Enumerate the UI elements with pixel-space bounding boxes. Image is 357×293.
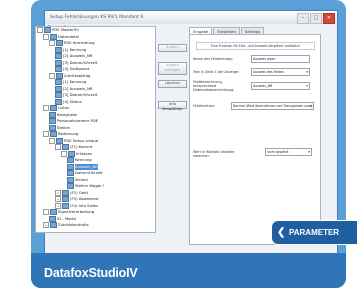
window-title: Setup Fehlerlösungen KS 99/1 Mandant 9 bbox=[50, 15, 144, 20]
expand-icon[interactable]: + bbox=[55, 189, 61, 196]
tree-node-icon bbox=[55, 85, 62, 92]
field-text-select[interactable]: Ausweis des Feldes bbox=[251, 68, 310, 76]
tree-node-icon bbox=[55, 92, 62, 99]
expand-icon[interactable]: + bbox=[43, 222, 49, 229]
minimize-button[interactable]: – bbox=[297, 13, 309, 24]
tree-node-icon bbox=[67, 157, 74, 164]
tree-node-icon bbox=[62, 196, 69, 203]
tree-item[interactable]: + Zutrittskontrolle bbox=[36, 222, 155, 229]
tree-node-icon bbox=[55, 53, 62, 60]
tree-node-icon bbox=[49, 124, 56, 131]
collapse-icon[interactable]: - bbox=[43, 33, 49, 40]
field-label-name: Name des Feldeintrags: bbox=[193, 57, 234, 61]
tree-node-icon bbox=[62, 189, 69, 196]
chevron-left-icon: ❮ bbox=[277, 227, 286, 238]
tree-node-icon bbox=[50, 131, 57, 138]
parameter-label: PARAMETER bbox=[289, 228, 340, 237]
info-dragdrop-button[interactable]: Info Drag&Drop bbox=[158, 101, 187, 111]
aendern-button[interactable]: Ändern bbox=[158, 44, 187, 52]
hint-box: Eine Funktion für Feld- und Ausweis-Verg… bbox=[196, 42, 315, 50]
tree-node-icon bbox=[55, 98, 62, 105]
collapse-icon[interactable]: - bbox=[43, 209, 49, 216]
field-label-bezeichnung: Feldbezeichnung, entsprechend Datensatzb… bbox=[193, 80, 235, 93]
tree-node-icon bbox=[56, 72, 63, 79]
tree-node-icon bbox=[49, 111, 56, 118]
aendern-einfuegen-button[interactable]: Ändern einfügen bbox=[158, 62, 187, 75]
tree-node-icon bbox=[56, 40, 63, 47]
tree-node-icon bbox=[67, 163, 74, 170]
window-titlebar: Setup Fehlerlösungen KS 99/1 Mandant 9 –… bbox=[45, 11, 337, 24]
tree-node-icon bbox=[49, 215, 56, 222]
tree-node-icon bbox=[67, 183, 74, 190]
product-name: DatafoxStudioIV bbox=[44, 266, 138, 280]
tree-node-icon bbox=[55, 66, 62, 73]
tree-node-icon bbox=[56, 137, 63, 144]
properties-panel bbox=[189, 34, 321, 245]
tree-item-label: Zutrittskontrolle bbox=[58, 222, 89, 227]
tree-node-icon bbox=[50, 222, 57, 229]
collapse-icon[interactable]: - bbox=[55, 144, 61, 151]
tree-node-icon bbox=[62, 144, 69, 151]
expand-icon[interactable]: + bbox=[55, 202, 61, 209]
collapse-icon[interactable]: - bbox=[43, 105, 49, 112]
field-funktion-select[interactable]: Normal (Wert übernehmen von Transponder … bbox=[231, 102, 314, 110]
tree-node-icon bbox=[55, 46, 62, 53]
expand-icon[interactable]: + bbox=[55, 196, 61, 203]
tree-node-icon bbox=[62, 202, 69, 209]
tree-node-icon bbox=[44, 27, 51, 34]
field-bezeichnung-select[interactable]: Ausweis_NR bbox=[251, 82, 310, 90]
field-label-variable: Wert in Bildrate Variable zwischen: bbox=[193, 150, 235, 159]
tree-node-icon bbox=[55, 79, 62, 86]
tree-node-icon bbox=[55, 59, 62, 66]
collapse-icon[interactable]: - bbox=[49, 137, 55, 144]
tree-node-icon bbox=[67, 176, 74, 183]
tree-node-icon bbox=[67, 170, 74, 177]
close-button[interactable]: ✕ bbox=[323, 13, 335, 24]
collapse-icon[interactable]: - bbox=[43, 131, 49, 138]
tree-node-icon bbox=[50, 209, 57, 216]
setup-tree[interactable]: - PDE Master9V - Datendatei - PDE Anmeldung [1… bbox=[35, 26, 156, 233]
collapse-icon[interactable]: - bbox=[61, 150, 67, 157]
collapse-icon[interactable]: - bbox=[37, 27, 43, 34]
tree-node-icon bbox=[49, 118, 56, 125]
collapse-icon[interactable]: - bbox=[49, 40, 55, 47]
field-label-text: Text in Zeile 4 der Anzeige: bbox=[193, 70, 240, 74]
collapse-icon[interactable]: - bbox=[49, 72, 55, 79]
tree-node-icon bbox=[50, 105, 57, 112]
tree-node-icon bbox=[50, 33, 57, 40]
tree-node-icon bbox=[68, 150, 75, 157]
loeschen-button[interactable]: Löschen bbox=[158, 80, 187, 88]
parameter-badge: ❮ PARAMETER bbox=[271, 220, 357, 245]
field-variable-select[interactable]: nicht gewählt bbox=[265, 148, 312, 156]
maximize-button[interactable]: □ bbox=[310, 13, 322, 24]
field-name-input[interactable]: Ausweis lesen bbox=[251, 55, 310, 63]
